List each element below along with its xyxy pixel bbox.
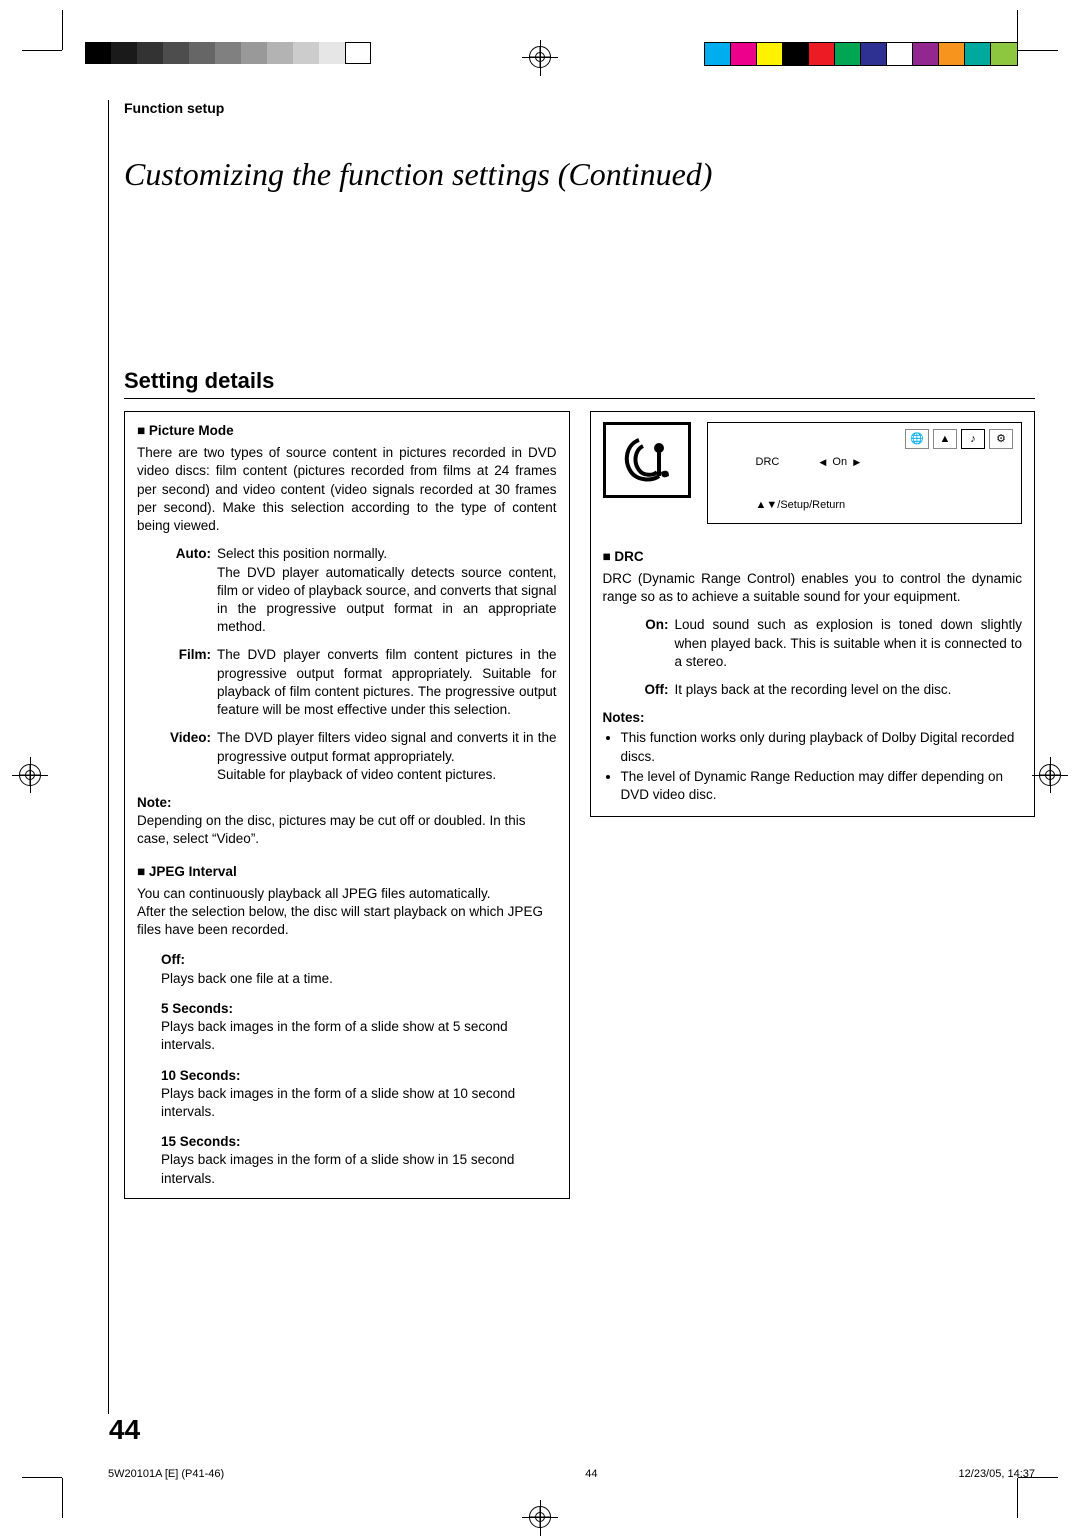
drc-title: ■ DRC (603, 548, 1023, 566)
cropmark (62, 10, 63, 50)
screen-mock: 🌐 ▲ ♪ ⚙ DRC ◀ On ▶ ▲▼/Setup/Return (603, 422, 1023, 524)
drc-notes-label: Notes: (603, 709, 1023, 727)
jpeg-5s-body: Plays back images in the form of a slide… (161, 1018, 557, 1054)
jpeg-10s-label: 10 Seconds: (161, 1067, 557, 1085)
jpeg-5s-label: 5 Seconds: (161, 1000, 557, 1018)
screen-tabs: 🌐 ▲ ♪ ⚙ (716, 429, 1014, 449)
screen-drc-value: ◀ On ▶ (819, 455, 860, 470)
screen-return: ▲▼/Setup/Return (716, 498, 1014, 513)
screen-value-text: On (832, 456, 847, 468)
cropmark (1018, 50, 1058, 51)
cropmark (1017, 1478, 1018, 1518)
option-video-label: Video: (157, 729, 217, 784)
drc-options: On: Loud sound such as explosion is tone… (633, 616, 1023, 699)
footer-mid: 44 (585, 1468, 597, 1480)
tab-settings-icon: ⚙ (989, 429, 1013, 449)
content-area: Function setup Customizing the function … (108, 100, 1035, 1438)
option-auto: Auto: Select this position normally. The… (157, 545, 557, 636)
jpeg-title: ■ JPEG Interval (137, 863, 557, 881)
jpeg-15s-label: 15 Seconds: (161, 1133, 557, 1151)
footer-right: 12/23/05, 14:37 (959, 1468, 1035, 1480)
drc-off: Off: It plays back at the recording leve… (633, 681, 1023, 699)
picture-mode-note-label: Note: (137, 794, 557, 812)
drc-title-text: DRC (614, 549, 643, 564)
tab-globe-icon: 🌐 (905, 429, 929, 449)
drc-notes: Notes: This function works only during p… (603, 709, 1023, 804)
picture-mode-panel: ■ Picture Mode There are two types of so… (124, 411, 570, 1199)
jpeg-title-text: JPEG Interval (149, 864, 237, 879)
option-video: Video: The DVD player filters video sign… (157, 729, 557, 784)
jpeg-options: Off: Plays back one file at a time. 5 Se… (161, 951, 557, 1187)
screen-menu: 🌐 ▲ ♪ ⚙ DRC ◀ On ▶ ▲▼/Setup/Return (707, 422, 1023, 524)
picture-mode-note-body: Depending on the disc, pictures may be c… (137, 812, 557, 848)
drc-off-body: It plays back at the recording level on … (675, 681, 1023, 699)
audio-icon (603, 422, 691, 498)
drc-note-2: The level of Dynamic Range Reduction may… (621, 768, 1023, 804)
page-number: 44 (103, 1414, 146, 1446)
drc-on-body: Loud sound such as explosion is toned do… (675, 616, 1023, 671)
left-column: ■ Picture Mode There are two types of so… (124, 411, 570, 1199)
option-film-body: The DVD player converts film content pic… (217, 646, 557, 719)
columns: ■ Picture Mode There are two types of so… (124, 411, 1035, 1199)
section-header: Function setup (124, 100, 1035, 116)
option-film: Film: The DVD player converts film conte… (157, 646, 557, 719)
drc-note-1: This function works only during playback… (621, 729, 1023, 765)
cropmark (22, 1477, 62, 1478)
page: Function setup Customizing the function … (0, 0, 1080, 1528)
picture-mode-options: Auto: Select this position normally. The… (157, 545, 557, 784)
picture-mode-title: ■ Picture Mode (137, 422, 557, 440)
jpeg-off-body: Plays back one file at a time. (161, 970, 557, 988)
drc-off-label: Off: (633, 681, 675, 699)
screen-menu-line: DRC ◀ On ▶ (716, 455, 1014, 470)
jpeg-15s-body: Plays back images in the form of a slide… (161, 1151, 557, 1187)
page-title: Customizing the function settings (Conti… (124, 156, 1035, 193)
grayscale-bar (85, 42, 371, 64)
jpeg-intro: You can continuously playback all JPEG f… (137, 885, 557, 940)
drc-intro: DRC (Dynamic Range Control) enables you … (603, 570, 1023, 606)
drc-on: On: Loud sound such as explosion is tone… (633, 616, 1023, 671)
drc-panel: 🌐 ▲ ♪ ⚙ DRC ◀ On ▶ ▲▼/Setup/Return (590, 411, 1036, 817)
footer-left: 5W20101A [E] (P41-46) (108, 1468, 224, 1480)
option-film-label: Film: (157, 646, 217, 719)
right-column: 🌐 ▲ ♪ ⚙ DRC ◀ On ▶ ▲▼/Setup/Return (590, 411, 1036, 1199)
color-bar (704, 42, 1018, 66)
screen-drc-label: DRC (756, 455, 780, 470)
option-auto-label: Auto: (157, 545, 217, 636)
picture-mode-intro: There are two types of source content in… (137, 444, 557, 535)
jpeg-10s-body: Plays back images in the form of a slide… (161, 1085, 557, 1121)
sub-header: Setting details (124, 368, 1035, 399)
option-auto-body: Select this position normally. The DVD p… (217, 545, 557, 636)
jpeg-off-label: Off: (161, 951, 557, 969)
footer: 5W20101A [E] (P41-46) 44 12/23/05, 14:37 (108, 1468, 1035, 1480)
tab-picture-icon: ▲ (933, 429, 957, 449)
cropmark (62, 1478, 63, 1518)
cropmark (22, 50, 62, 51)
picture-mode-title-text: Picture Mode (149, 423, 234, 438)
option-video-body: The DVD player filters video signal and … (217, 729, 557, 784)
drc-on-label: On: (633, 616, 675, 671)
tab-audio-icon: ♪ (961, 429, 985, 449)
